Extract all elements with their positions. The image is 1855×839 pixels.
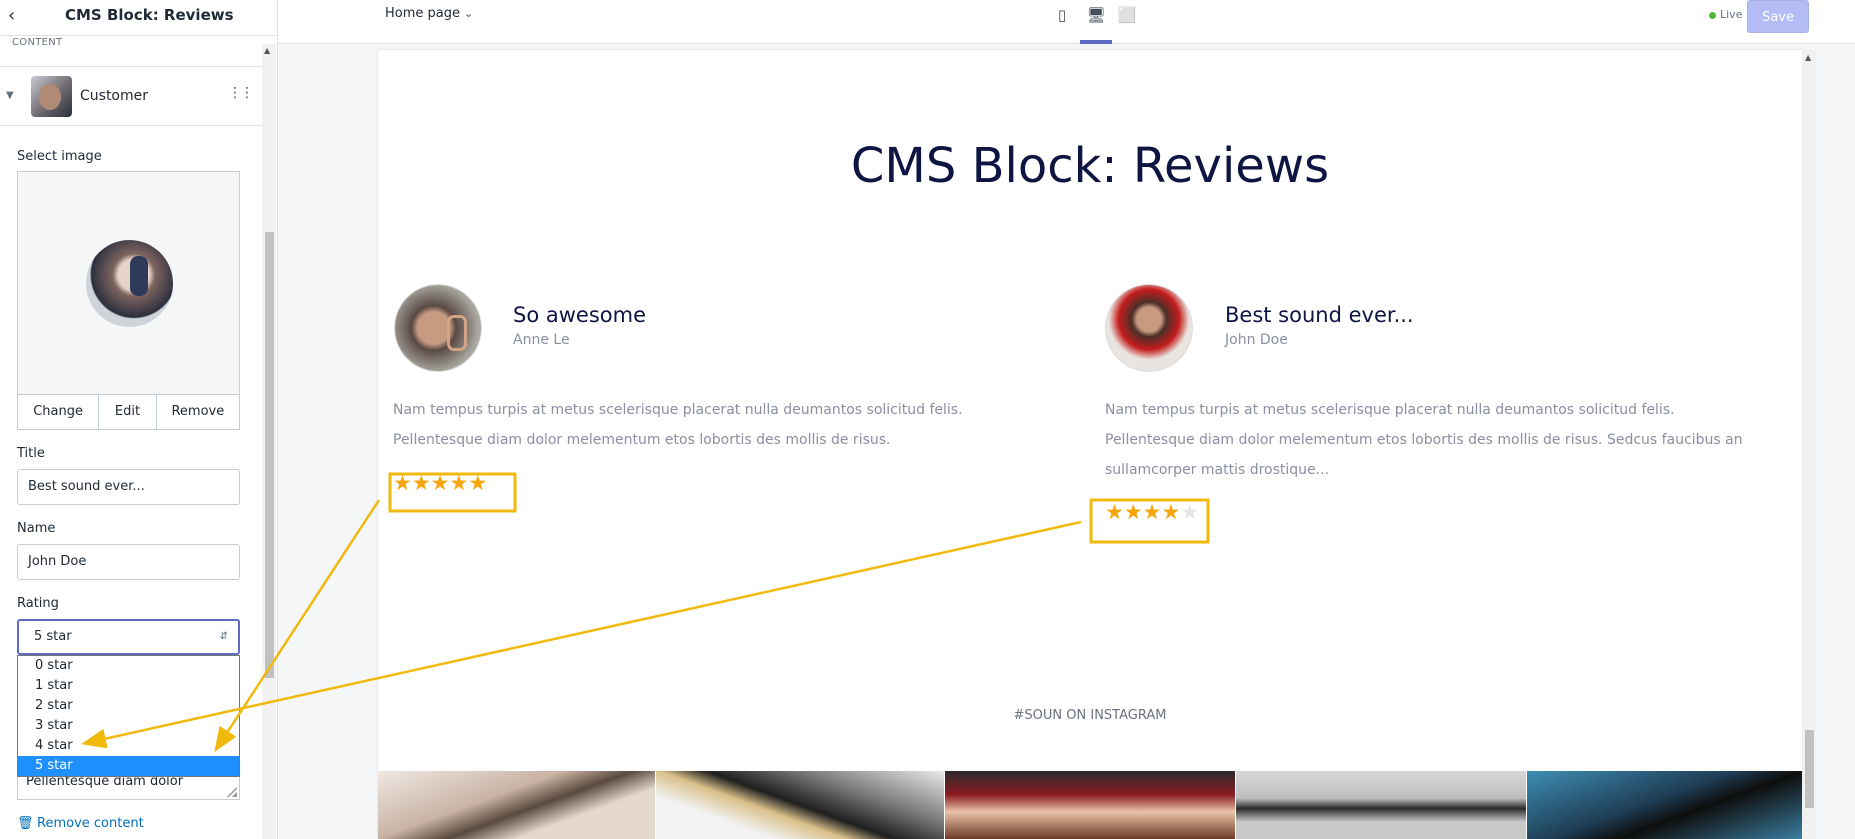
resize-handle-icon[interactable] [227,787,237,797]
drag-handle-icon[interactable]: ⋮⋮ [228,85,254,101]
desktop-icon[interactable]: 🖥 [1086,6,1106,26]
collapse-caret-icon[interactable]: ▼ [6,90,14,101]
page-preview: CMS Block: Reviews So awesome Anne Le Na… [378,50,1802,839]
rating-select-value: 5 star [34,629,72,644]
settings-panel: ‹ CMS Block: Reviews CONTENT ▼ Customer … [0,0,278,839]
rating-option-1[interactable]: 1 star [18,676,239,696]
image-actions: Change Edit Remove [17,395,240,430]
title-input[interactable]: Best sound ever... [17,469,240,505]
preview-scrollbar[interactable]: ▲ [1802,50,1816,839]
review-text: Nam tempus turpis at metus scelerisque p… [393,402,963,448]
image-picker[interactable] [17,171,240,395]
name-input[interactable]: John Doe [17,544,240,580]
review-avatar [394,284,482,372]
live-status-dot [1709,12,1716,19]
empty-star-icon: ★ [1180,500,1200,524]
scroll-up-arrow-icon[interactable]: ▲ [1805,53,1811,62]
select-image-label: Select image [17,149,102,164]
editor-topbar: Home page ⌄ ▯ 🖥 ⬜ Live Save [278,0,1855,44]
star-icon: ★ [411,471,431,495]
trash-icon: 🗑 [17,816,34,831]
chevron-down-icon: ⌄ [464,7,474,20]
star-icon: ★ [1105,500,1124,524]
save-button[interactable]: Save [1747,0,1809,33]
review-title: So awesome [513,303,646,327]
change-image-button[interactable]: Change [18,395,100,429]
rating-option-5[interactable]: 5 star [18,756,239,776]
title-label: Title [17,446,45,461]
page-selector[interactable]: Home page ⌄ [385,6,473,21]
remove-content-label: Remove content [37,816,144,831]
review-stars: ★★★★★ [393,471,487,495]
panel-scrollbar[interactable]: ▲ [262,44,276,839]
rating-select[interactable]: 5 star ⇵ [17,619,240,655]
star-icon: ★ [1123,500,1143,524]
customer-block-label: Customer [80,88,149,104]
panel-scroll-thumb[interactable] [265,232,274,678]
review-author: John Doe [1225,332,1288,348]
star-icon: ★ [1142,500,1162,524]
name-label: Name [17,521,56,536]
instagram-photo[interactable] [378,771,655,839]
rating-option-4[interactable]: 4 star [18,736,239,756]
star-icon: ★ [449,471,469,495]
rating-option-0[interactable]: 0 star [18,656,239,676]
rating-option-2[interactable]: 2 star [18,696,239,716]
scroll-up-arrow-icon[interactable]: ▲ [264,46,270,55]
page-selector-label: Home page [385,6,460,21]
review-text: Nam tempus turpis at metus scelerisque p… [1105,402,1743,478]
fullwidth-icon[interactable]: ⬜ [1117,6,1137,26]
review-stars: ★★★★★ [1105,500,1199,524]
instagram-photo[interactable] [1527,771,1802,839]
active-device-indicator [1080,40,1112,44]
instagram-photo[interactable] [656,771,944,839]
panel-title: CMS Block: Reviews [65,6,234,24]
customer-thumbnail [31,76,72,117]
customer-block-row[interactable]: ▼ Customer ⋮⋮ [0,66,262,126]
live-status-label: Live [1720,8,1743,21]
remove-image-button[interactable]: Remove [157,395,239,429]
instagram-photo[interactable] [1236,771,1526,839]
back-arrow-icon[interactable]: ‹ [8,6,28,26]
edit-image-button[interactable]: Edit [99,395,157,429]
preview-scroll-thumb[interactable] [1805,730,1814,808]
section-label: CONTENT [12,37,63,48]
remove-content-link[interactable]: 🗑 Remove content [17,816,144,831]
star-icon: ★ [430,471,450,495]
review-title: Best sound ever... [1225,303,1414,327]
review-avatar [1105,284,1193,372]
panel-header: ‹ CMS Block: Reviews [0,0,277,36]
instagram-heading: #SOUN ON INSTAGRAM [1013,708,1167,723]
selected-image-preview [86,240,173,327]
mobile-icon[interactable]: ▯ [1052,6,1072,26]
select-arrows-icon: ⇵ [219,631,228,642]
instagram-photo[interactable] [945,771,1235,839]
rating-dropdown-list: 0 star 1 star 2 star 3 star 4 star 5 sta… [17,655,240,777]
rating-label: Rating [17,596,59,611]
star-icon: ★ [468,471,488,495]
review-author: Anne Le [513,332,570,348]
star-icon: ★ [1161,500,1181,524]
rating-option-3[interactable]: 3 star [18,716,239,736]
star-icon: ★ [393,471,412,495]
preview-heading: CMS Block: Reviews [850,138,1330,194]
